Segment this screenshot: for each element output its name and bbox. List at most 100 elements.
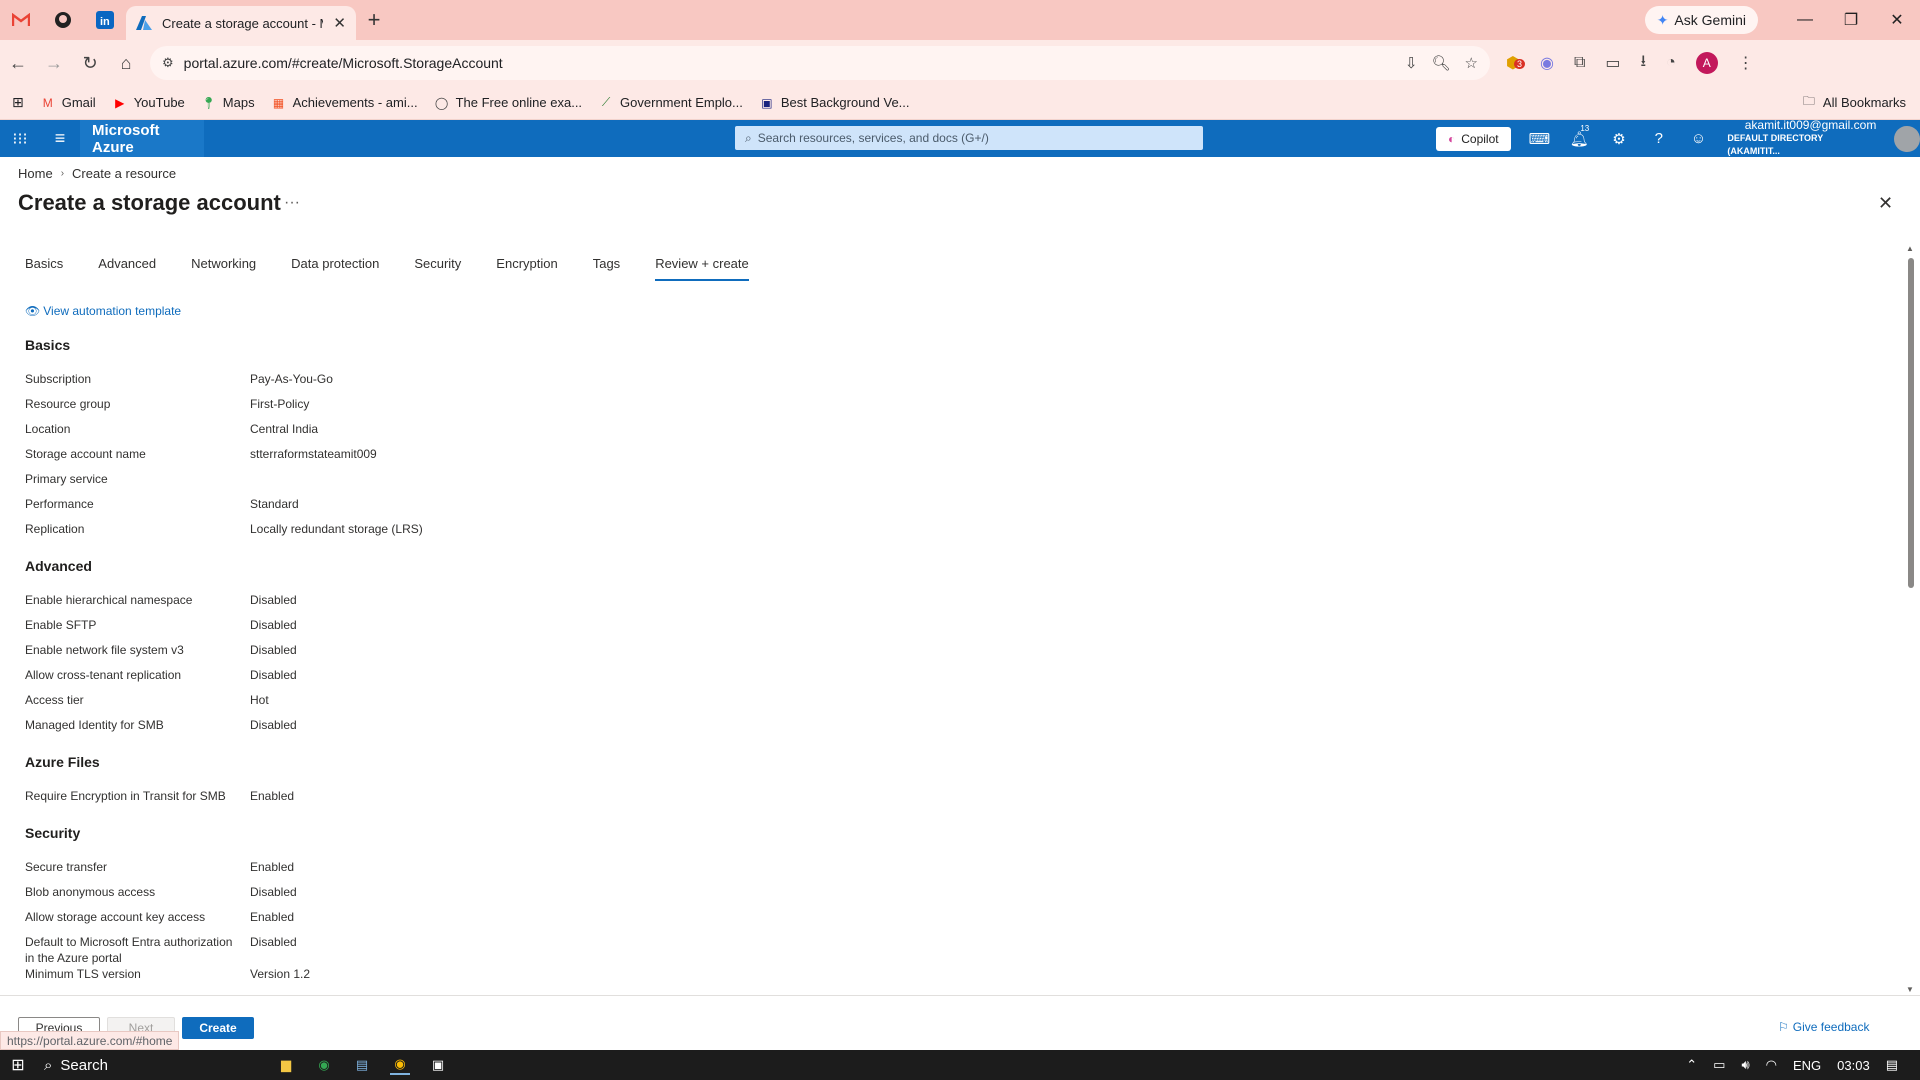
close-window-button[interactable]: ✕ (1874, 10, 1920, 30)
tab-search-icon[interactable]: ▭ (1605, 53, 1620, 73)
azure-search-input[interactable]: ⌕ Search resources, services, and docs (… (735, 126, 1203, 150)
active-tab[interactable]: Create a storage account - Micr ✕ (126, 6, 356, 40)
home-button[interactable]: ⌂ (108, 53, 144, 74)
notifications-icon[interactable]: ▤ (1886, 1057, 1898, 1073)
maps-icon: 📍︎ (201, 95, 217, 110)
summary-row: Blob anonymous access Disabled (25, 884, 825, 909)
tab-review-create[interactable]: Review + create (655, 256, 749, 281)
forward-button[interactable]: → (36, 53, 72, 74)
back-button[interactable]: ← (0, 53, 36, 74)
install-app-icon[interactable]: ⇩ (1405, 54, 1418, 72)
language-indicator[interactable]: ENG (1793, 1058, 1821, 1073)
bookmark-item[interactable]: ⟋ Government Emplo... (598, 95, 743, 111)
give-feedback-label: Give feedback (1792, 1020, 1870, 1034)
volume-icon[interactable]: 🔊︎ (1741, 1057, 1749, 1073)
tab-encryption[interactable]: Encryption (496, 256, 557, 281)
omnibox[interactable]: ⚙ portal.azure.com/#create/Microsoft.Sto… (150, 46, 1490, 80)
breadcrumb-create-resource[interactable]: Create a resource (72, 166, 176, 181)
summary-label: Minimum TLS version (25, 967, 141, 981)
chrome-active-icon[interactable]: ◉ (390, 1055, 410, 1075)
summary-label: Managed Identity for SMB (25, 718, 164, 732)
scrollbar[interactable]: ▲ ▼ (1906, 244, 1916, 994)
summary-row: Managed Identity for SMB Disabled (25, 717, 825, 742)
performance-icon[interactable]: ◔ (1666, 54, 1676, 72)
tab-tags[interactable]: Tags (593, 256, 620, 281)
tab-security[interactable]: Security (414, 256, 461, 281)
zoom-icon[interactable]: 🔍︎ (1432, 54, 1451, 72)
extension-icon-2[interactable]: ◉ (1540, 53, 1554, 73)
summary-row: Replication Locally redundant storage (LR… (25, 521, 825, 546)
minimize-button[interactable]: — (1782, 11, 1828, 29)
breadcrumb-home[interactable]: Home (18, 166, 53, 181)
close-blade-icon[interactable]: ✕ (1878, 193, 1893, 214)
scroll-down-icon[interactable]: ▼ (1906, 985, 1914, 994)
close-tab-icon[interactable]: ✕ (333, 14, 346, 32)
create-button[interactable]: Create (182, 1017, 254, 1039)
portal-menu-icon[interactable]: ≡ (40, 128, 80, 149)
user-avatar[interactable] (1894, 125, 1920, 152)
summary-row: Performance Standard (25, 496, 825, 521)
account-info[interactable]: akamit.it009@gmail.com DEFAULT DIRECTORY… (1727, 119, 1876, 158)
view-automation-template-link[interactable]: 👁︎ View automation template (25, 304, 181, 318)
copilot-button[interactable]: ◐ Copilot (1436, 126, 1511, 151)
summary-label: Location (25, 422, 71, 436)
clock[interactable]: 03:03 (1837, 1058, 1870, 1073)
reload-button[interactable]: ↻ (72, 53, 108, 74)
summary-value: Version 1.2 (250, 967, 311, 981)
scrollbar-thumb[interactable] (1908, 258, 1914, 588)
windows-start-icon[interactable]: ⊞ (0, 1055, 36, 1075)
apps-grid-icon[interactable]: ⊞ (12, 94, 24, 111)
summary-value: Disabled (250, 593, 297, 607)
chrome-icon[interactable]: ◉ (314, 1055, 334, 1075)
azure-brand[interactable]: Microsoft Azure (80, 120, 204, 157)
chrome-menu-icon[interactable]: ⋮ (1738, 53, 1754, 73)
chevron-up-icon[interactable]: ⌃ (1686, 1057, 1697, 1073)
tab-advanced[interactable]: Advanced (98, 256, 156, 281)
notepad-icon[interactable]: ▤ (352, 1055, 372, 1075)
waffle-menu-icon[interactable]: ⁝⁝⁝ (0, 129, 40, 149)
bookmark-item[interactable]: ◯ The Free online exa... (434, 95, 582, 111)
taskbar-search[interactable]: ⌕ Search (36, 1057, 246, 1074)
profile-avatar[interactable]: A (1695, 52, 1718, 74)
bookmark-item[interactable]: M Gmail (40, 95, 96, 111)
extension-badge-count: 3 (1514, 59, 1526, 69)
cloud-shell-icon[interactable]: ⌨ (1529, 130, 1551, 148)
section-heading: Basics (25, 337, 71, 353)
notifications-bell-icon[interactable]: 🔔︎ 13 (1568, 124, 1590, 148)
tab-networking[interactable]: Networking (191, 256, 256, 281)
bookmark-item[interactable]: ▣ Best Background Ve... (759, 95, 909, 111)
extension-badge-icon[interactable]: ⬢ 3 (1506, 53, 1526, 73)
downloads-icon[interactable]: ⭳ (1641, 50, 1647, 77)
summary-label: Enable network file system v3 (25, 643, 184, 657)
tab-basics[interactable]: Basics (25, 256, 63, 281)
file-explorer-icon[interactable]: ▆ (276, 1055, 296, 1075)
pinned-tab-linkedin[interactable]: in (84, 0, 126, 40)
review-summary: Basics Subscription Pay-As-You-Go Resource … (25, 335, 825, 1001)
bookmark-item[interactable]: 📍︎ Maps (201, 95, 254, 111)
restore-button[interactable]: ❐ (1828, 10, 1874, 30)
battery-icon[interactable]: ▭ (1713, 1057, 1725, 1073)
summary-value: Central India (250, 422, 319, 436)
give-feedback-link[interactable]: ⚐ Give feedback (1778, 1020, 1869, 1034)
more-options-icon[interactable]: ··· (284, 194, 300, 212)
bookmark-item[interactable]: ▶ YouTube (112, 95, 185, 111)
tab-data-protection[interactable]: Data protection (291, 256, 379, 281)
help-icon[interactable]: ? (1648, 130, 1670, 147)
url-text[interactable]: portal.azure.com/#create/Microsoft.Stora… (184, 55, 1395, 71)
wifi-icon[interactable]: ◠ (1766, 1057, 1777, 1073)
bookmark-star-icon[interactable]: ☆ (1465, 54, 1478, 72)
all-bookmarks[interactable]: 🗀 All Bookmarks (1801, 94, 1906, 111)
bookmark-item[interactable]: ▦ Achievements - ami... (271, 95, 418, 111)
pinned-tab-github[interactable] (42, 0, 84, 40)
terminal-icon[interactable]: ▣ (428, 1055, 448, 1075)
feedback-icon[interactable]: ☺ (1688, 130, 1710, 147)
site-info-icon[interactable]: ⚙ (162, 55, 174, 71)
ask-gemini-button[interactable]: ✦ Ask Gemini (1644, 6, 1758, 34)
scroll-up-icon[interactable]: ▲ (1906, 244, 1914, 253)
summary-label: Subscription (25, 372, 92, 386)
new-tab-button[interactable]: + (356, 7, 392, 33)
settings-gear-icon[interactable]: ⚙ (1608, 130, 1630, 148)
gmail-icon (12, 13, 30, 26)
pinned-tab-gmail[interactable] (0, 0, 42, 40)
extensions-puzzle-icon[interactable]: ⧉ (1574, 54, 1585, 72)
